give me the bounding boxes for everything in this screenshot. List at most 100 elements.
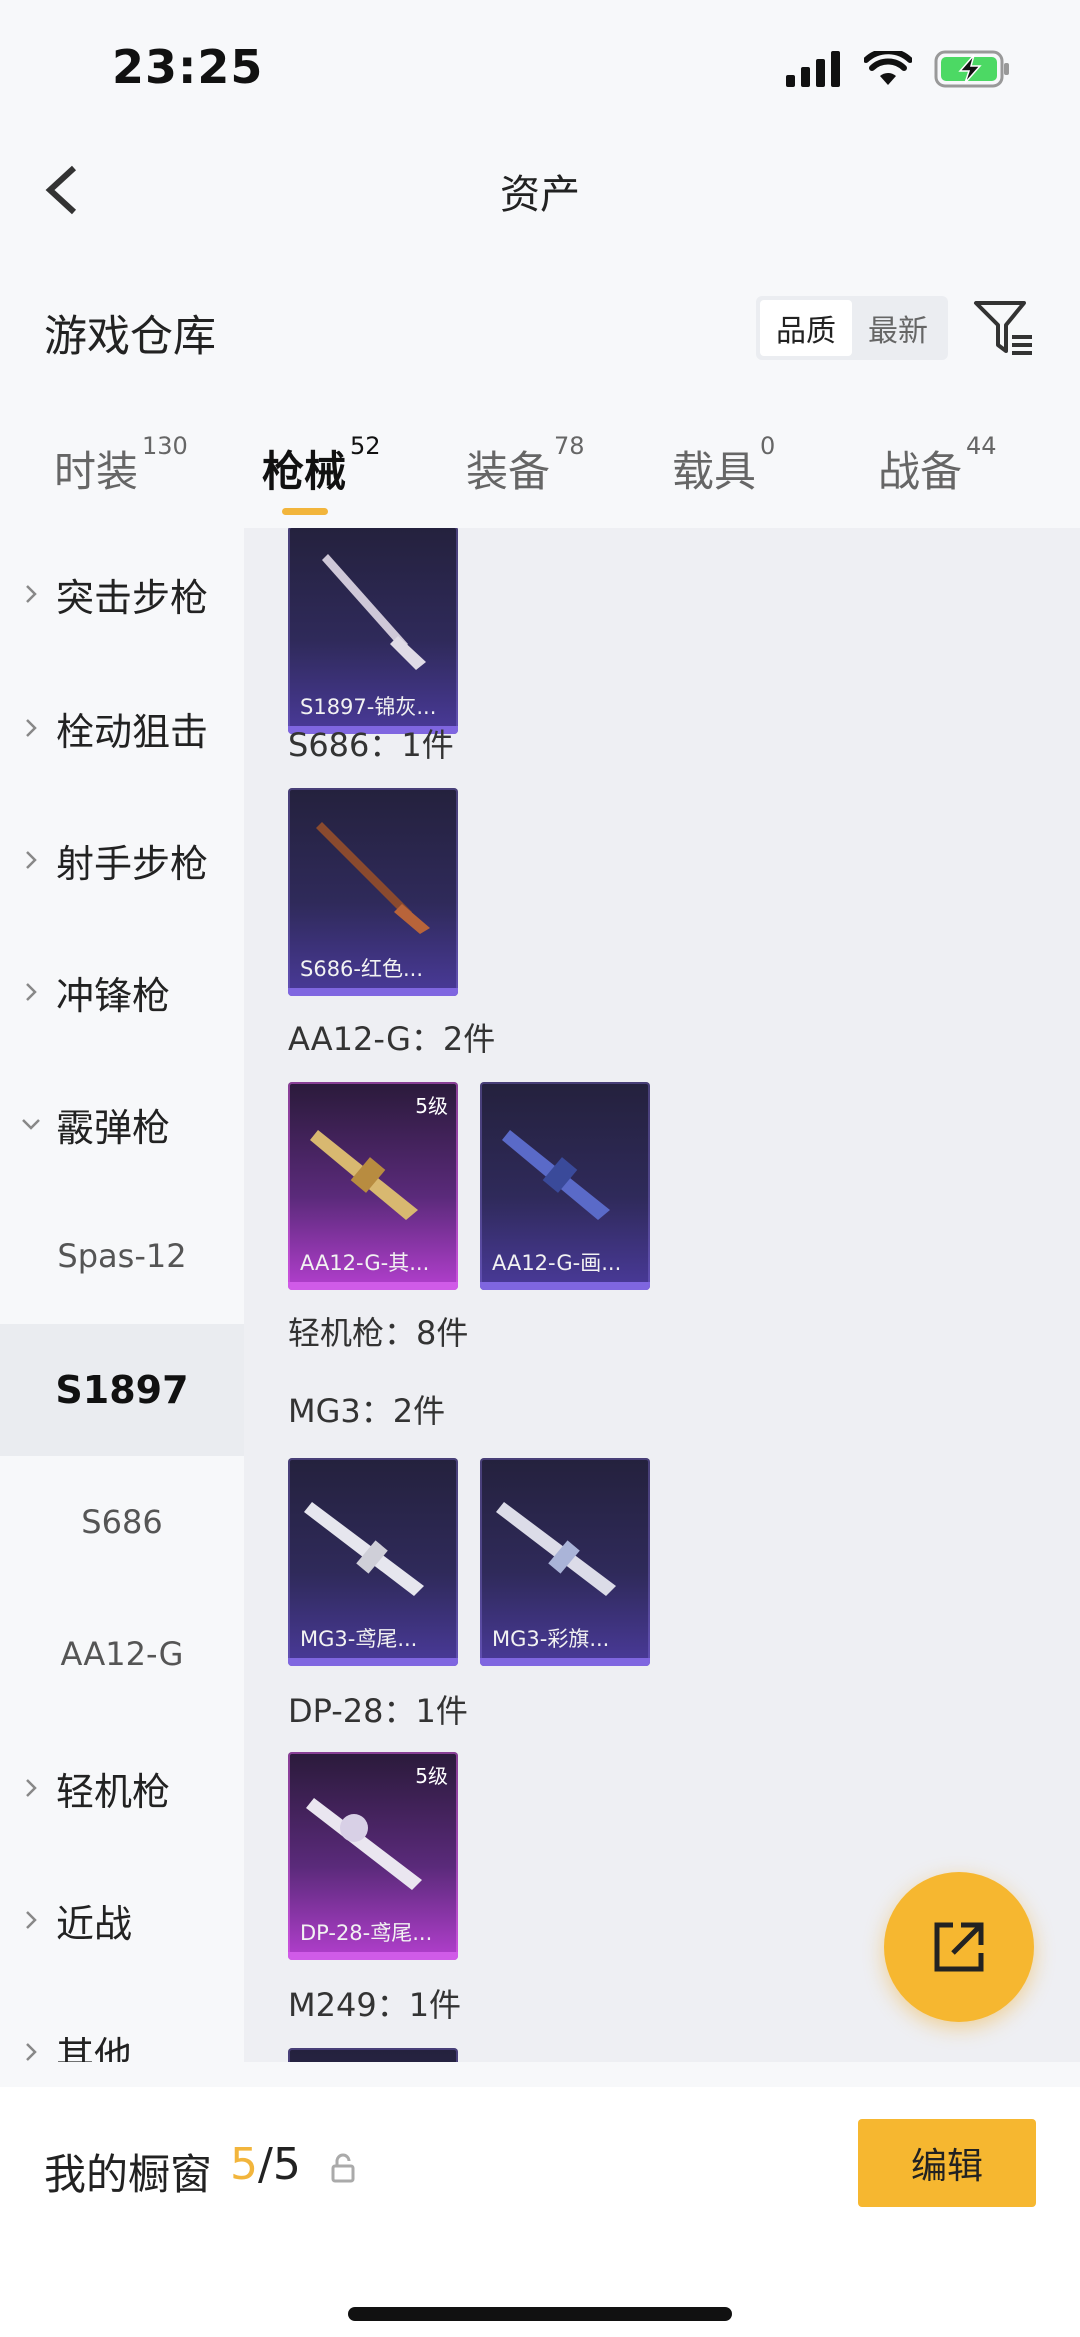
item-card-caption: AA12-G-其... xyxy=(300,1251,430,1275)
chevron-right-icon xyxy=(26,585,37,603)
bottom-bar: 我的橱窗 5/5 编辑 xyxy=(0,2087,1080,2337)
showcase-current: 5 xyxy=(230,2139,258,2190)
chevron-right-icon xyxy=(26,983,37,1001)
showcase-label: 我的橱窗 xyxy=(44,2150,213,2199)
rifle-icon xyxy=(502,1130,610,1220)
tab-count: 52 xyxy=(350,432,381,460)
tab-count: 0 xyxy=(760,432,776,460)
sidebar-item-label: 冲锋枪 xyxy=(56,973,171,1018)
edit-button[interactable]: 编辑 xyxy=(858,2119,1036,2207)
sidebar-item-melee[interactable]: 近战 xyxy=(0,1854,244,1986)
nav-bar: 资产 xyxy=(0,140,1080,240)
warehouse-title: 游戏仓库 xyxy=(44,312,216,362)
sidebar-sub-spas12[interactable]: Spas-12 xyxy=(0,1190,244,1322)
tab-count: 78 xyxy=(554,432,585,460)
sidebar-item-label: 近战 xyxy=(56,1901,133,1946)
item-card[interactable]: MG3-鸢尾... xyxy=(288,1458,458,1666)
tab-label: 战备 xyxy=(878,447,963,496)
filter-button[interactable] xyxy=(970,295,1036,361)
rarity-bar xyxy=(288,1658,458,1666)
sort-option-newest[interactable]: 最新 xyxy=(852,300,944,356)
tab-label: 装备 xyxy=(466,447,551,496)
share-button[interactable] xyxy=(884,1872,1034,2022)
sidebar-item-label: 栓动狙击 xyxy=(56,709,209,754)
showcase-separator: / xyxy=(258,2139,273,2190)
item-card-caption: MG3-鸢尾... xyxy=(300,1627,418,1651)
wifi-icon xyxy=(864,51,912,85)
battery-icon xyxy=(934,50,1009,88)
sidebar-item-label: 轻机枪 xyxy=(56,1769,171,1814)
item-card[interactable]: AA12-G-画... xyxy=(480,1082,650,1290)
item-card[interactable]: 5级 DP-28-鸢尾... xyxy=(288,1752,458,1960)
item-card[interactable]: S1897-锦灰... xyxy=(288,528,458,734)
group-label: 轻机枪：8件 xyxy=(288,1314,469,1352)
item-card-caption: DP-28-鸢尾... xyxy=(300,1921,433,1945)
sidebar-sub-s686[interactable]: S686 xyxy=(0,1456,244,1588)
filter-icon xyxy=(974,301,1032,355)
sort-option-quality[interactable]: 品质 xyxy=(760,300,852,356)
shotgun-icon xyxy=(316,822,430,934)
chevron-right-icon xyxy=(26,851,37,869)
item-card-partial[interactable] xyxy=(288,2048,458,2062)
group-label: MG3：2件 xyxy=(288,1392,446,1430)
sidebar-item-marksman-rifle[interactable]: 射手步枪 xyxy=(0,794,244,926)
sidebar-item-label: 突击步枪 xyxy=(56,575,209,620)
share-external-icon xyxy=(934,1922,984,1972)
tab-equipment[interactable]: 装备 78 xyxy=(466,432,585,499)
item-card-caption: AA12-G-画... xyxy=(492,1251,622,1275)
lock-icon xyxy=(331,2153,355,2183)
chevron-right-icon xyxy=(26,719,37,737)
sidebar-item-assault-rifle[interactable]: 突击步枪 xyxy=(0,528,244,660)
rarity-bar xyxy=(288,1952,458,1960)
tab-label: 枪械 xyxy=(262,447,347,496)
group-label: M249：1件 xyxy=(288,1986,462,2024)
group-label: S686：1件 xyxy=(288,726,454,764)
sidebar-item-lmg[interactable]: 轻机枪 xyxy=(0,1722,244,1854)
tab-vehicles[interactable]: 载具 0 xyxy=(672,432,775,499)
active-tab-indicator xyxy=(282,508,328,515)
tab-label: 时装 xyxy=(54,447,139,496)
machine-gun-icon xyxy=(306,1798,422,1890)
group-label: AA12-G：2件 xyxy=(288,1020,496,1058)
showcase-max: 5 xyxy=(272,2139,301,2190)
chevron-right-icon xyxy=(26,1911,37,1929)
sidebar-item-other[interactable]: 其他 xyxy=(0,1986,244,2062)
shotgun-icon xyxy=(322,554,426,670)
sidebar-item-label: 霰弹枪 xyxy=(56,1105,171,1150)
sidebar-item-label: 射手步枪 xyxy=(56,841,209,886)
sidebar-item-smg[interactable]: 冲锋枪 xyxy=(0,926,244,1058)
chevron-right-icon xyxy=(26,1779,37,1797)
status-time: 23:25 xyxy=(112,40,264,94)
item-card[interactable]: MG3-彩旗... xyxy=(480,1458,650,1666)
rarity-bar xyxy=(288,1282,458,1290)
machine-gun-icon xyxy=(496,1502,616,1596)
item-card-caption: S686-红色... xyxy=(300,957,424,981)
chevron-right-icon xyxy=(26,2043,37,2061)
rifle-icon xyxy=(310,1130,418,1220)
machine-gun-icon xyxy=(304,1502,424,1596)
status-bar: 23:25 xyxy=(0,0,1080,140)
sidebar-sub-label: AA12-G xyxy=(60,1635,184,1673)
category-tabs: 时装 130 枪械 52 装备 78 载具 0 战备 44 xyxy=(0,430,1080,526)
chevron-down-icon xyxy=(22,1119,40,1130)
sidebar-item-shotgun[interactable]: 霰弹枪 xyxy=(0,1058,244,1190)
item-card[interactable]: 5级 AA12-G-其... xyxy=(288,1082,458,1290)
sidebar-sub-label: S1897 xyxy=(55,1368,189,1412)
page-title: 资产 xyxy=(500,172,580,218)
tab-count: 130 xyxy=(142,432,188,460)
tab-firearms[interactable]: 枪械 52 xyxy=(262,432,381,499)
sidebar-sub-aa12g[interactable]: AA12-G xyxy=(0,1588,244,1720)
rarity-bar xyxy=(480,1282,650,1290)
sidebar-item-bolt-sniper[interactable]: 栓动狙击 xyxy=(0,662,244,794)
tab-fashion[interactable]: 时装 130 xyxy=(54,432,188,499)
sidebar-sub-s1897[interactable]: S1897 xyxy=(0,1324,244,1456)
home-indicator xyxy=(348,2307,732,2321)
signal-icon xyxy=(786,51,840,87)
showcase-count: 5/5 xyxy=(230,2139,301,2190)
sidebar: 突击步枪 栓动狙击 射手步枪 冲锋枪 霰弹枪 Spas-12 S1897 S68… xyxy=(0,528,244,2062)
group-label: DP-28：1件 xyxy=(288,1692,468,1730)
sort-toggle: 品质 最新 xyxy=(756,296,948,360)
tab-label: 载具 xyxy=(672,447,757,496)
item-card[interactable]: S686-红色... xyxy=(288,788,458,996)
tab-battle-prep[interactable]: 战备 44 xyxy=(878,432,997,499)
